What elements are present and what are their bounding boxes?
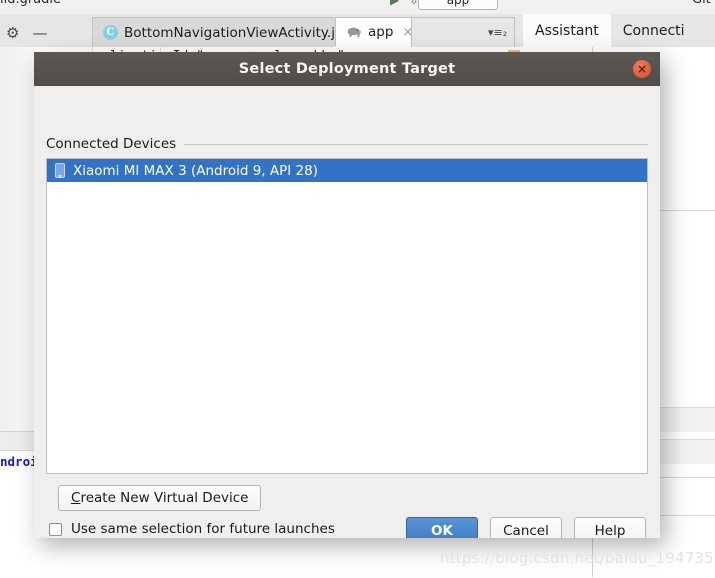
close-icon[interactable]: ×: [633, 60, 651, 78]
wrench-icon[interactable]: ⚙: [6, 24, 19, 42]
checkbox-label: Use same selection for future launches: [71, 521, 335, 537]
tab-overflow-icon[interactable]: ▾≡₂: [488, 26, 507, 39]
header-separator: [184, 143, 648, 145]
ok-button[interactable]: OK: [406, 517, 478, 538]
gradle-elephant-icon: [346, 26, 362, 38]
ide-top-toolbar: ild.gradle ▶ ⇩ ▶⋮ ⤴ app Git: [0, 0, 715, 15]
connected-devices-header: Connected Devices: [46, 136, 648, 152]
run-configuration-selector[interactable]: app: [418, 0, 498, 10]
gradle-file-label: ild.gradle: [0, 0, 61, 7]
use-same-selection-checkbox-row[interactable]: Use same selection for future launches: [49, 521, 335, 537]
phone-icon: [55, 163, 65, 178]
help-button[interactable]: Help: [574, 517, 646, 538]
checkbox[interactable]: [49, 522, 62, 536]
tab-assistant[interactable]: Assistant: [523, 14, 611, 47]
java-class-icon: C: [103, 25, 118, 40]
create-new-virtual-device-button[interactable]: Create New Virtual Device: [58, 485, 262, 511]
editor-tab-app[interactable]: app ×: [335, 17, 423, 47]
tab-connection[interactable]: Connecti: [611, 14, 697, 47]
dialog-title: Select Deployment Target: [238, 61, 456, 77]
select-deployment-target-dialog: Select Deployment Target × Connected Dev…: [34, 52, 660, 538]
device-name: Xiaomi MI MAX 3 (Android 9, API 28): [73, 162, 318, 179]
editor-tab-label: BottomNavigationViewActivity.java: [124, 24, 360, 41]
minimize-icon[interactable]: —: [32, 24, 47, 42]
device-list[interactable]: Xiaomi MI MAX 3 (Android 9, API 28): [46, 158, 648, 474]
watermark: https://blog.csdn.net/baidu_19473529: [440, 549, 715, 567]
git-menu-label[interactable]: Git: [692, 0, 711, 7]
dialog-button-bar: OK Cancel Help: [406, 517, 646, 538]
dialog-body: Connected Devices Xiaomi MI MAX 3 (Andro…: [34, 86, 660, 538]
tool-window-tab-bar: Assistant Connecti: [523, 14, 715, 48]
list-item[interactable]: Xiaomi MI MAX 3 (Android 9, API 28): [47, 159, 647, 182]
dialog-title-bar[interactable]: Select Deployment Target ×: [34, 52, 660, 86]
cancel-button[interactable]: Cancel: [490, 517, 562, 538]
editor-tab-label: app: [368, 24, 394, 40]
connected-devices-label: Connected Devices: [46, 136, 177, 152]
tabbar-left-icons[interactable]: ⚙ —: [2, 20, 96, 46]
console-log-line: ndroi: [0, 454, 38, 469]
create-vd-label-rest: reate New Virtual Device: [80, 490, 249, 506]
